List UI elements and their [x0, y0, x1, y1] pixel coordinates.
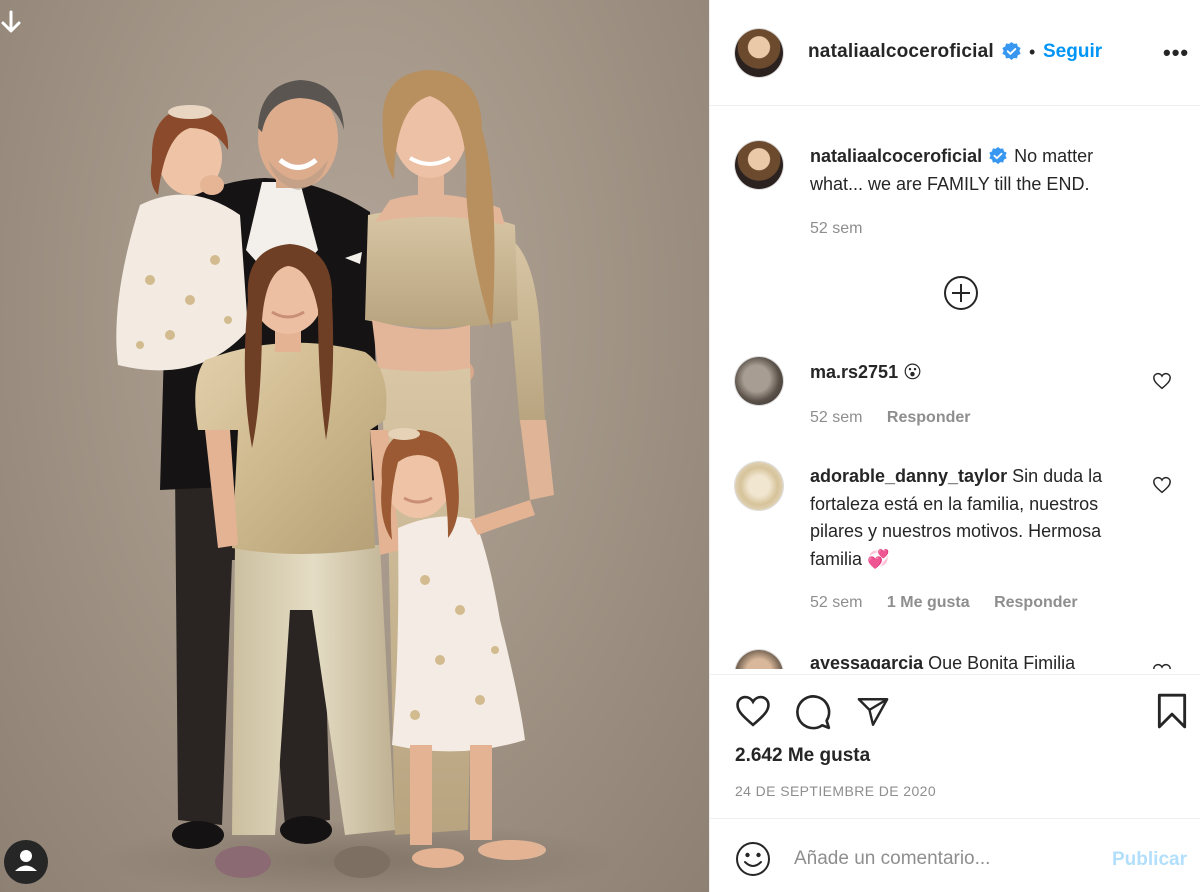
comment-text: Que Bonita Fimilia [928, 653, 1076, 669]
comments-list[interactable]: nataliaalcoceroficial No matter what... … [710, 107, 1200, 669]
comment-text-block: adorable_danny_taylor Sin duda la fortal… [810, 463, 1150, 573]
comment-input[interactable] [794, 841, 1094, 877]
separator-dot: • [1029, 42, 1036, 62]
caption-text-block: nataliaalcoceroficial No matter what... … [810, 143, 1150, 198]
comment-composer: Publicar [710, 818, 1200, 892]
follow-button[interactable]: Seguir [1043, 41, 1102, 63]
heart-icon[interactable] [1152, 372, 1172, 390]
user-tag-icon[interactable] [4, 840, 48, 884]
caption-meta: 52 sem [810, 220, 882, 238]
post-date[interactable]: 24 DE SEPTIEMBRE DE 2020 [735, 783, 936, 799]
share-icon[interactable] [855, 695, 891, 729]
publish-button[interactable]: Publicar [1112, 849, 1187, 871]
comment-username[interactable]: ma.rs2751 [810, 362, 898, 382]
comment-time[interactable]: 52 sem [810, 409, 862, 426]
toddler-figure [116, 105, 248, 371]
heart-icon[interactable] [734, 694, 772, 728]
comment-avatar[interactable] [735, 357, 783, 405]
comment-icon[interactable] [794, 693, 832, 731]
comment-likes[interactable]: 1 Me gusta [887, 594, 970, 611]
family-photo-illustration [100, 70, 620, 892]
post-header: nataliaalcoceroficial • Seguir ••• [710, 0, 1200, 106]
reply-button[interactable]: Responder [994, 594, 1078, 611]
plus-circle-icon[interactable] [943, 275, 979, 311]
post-side-panel: nataliaalcoceroficial • Seguir ••• natal… [709, 0, 1200, 892]
comment-username[interactable]: ayessagarcia [810, 653, 923, 669]
comment-avatar[interactable] [735, 462, 783, 510]
comment-avatar[interactable] [735, 650, 783, 669]
comment-text-block: ma.rs2751 😮 [810, 359, 1130, 387]
arrow-down-icon[interactable] [0, 10, 24, 36]
comment-meta: 52 sem 1 Me gusta Responder [810, 594, 1098, 612]
caption-time[interactable]: 52 sem [810, 220, 862, 237]
heart-icon[interactable] [1152, 663, 1172, 669]
avatar[interactable] [735, 29, 783, 77]
comment-text: 😮 [903, 362, 922, 382]
verified-badge-icon [989, 147, 1007, 165]
comment-text-block: ayessagarcia Que Bonita Fimilia [810, 650, 1150, 669]
bookmark-icon[interactable] [1155, 692, 1189, 730]
more-options-icon[interactable]: ••• [1163, 40, 1189, 66]
caption-username[interactable]: nataliaalcoceroficial [810, 146, 982, 166]
likes-count[interactable]: 2.642 Me gusta [735, 745, 870, 767]
comment-meta: 52 sem Responder [810, 409, 991, 427]
heart-icon[interactable] [1152, 476, 1172, 494]
comment-time[interactable]: 52 sem [810, 594, 862, 611]
header-username[interactable]: nataliaalcoceroficial [808, 41, 994, 63]
emoji-icon[interactable] [735, 841, 771, 877]
caption-avatar[interactable] [735, 141, 783, 189]
action-bar: 2.642 Me gusta 24 DE SEPTIEMBRE DE 2020 [710, 674, 1200, 818]
post-photo [0, 0, 709, 892]
verified-badge-icon [1002, 42, 1021, 61]
comment-username[interactable]: adorable_danny_taylor [810, 466, 1007, 486]
reply-button[interactable]: Responder [887, 409, 971, 426]
